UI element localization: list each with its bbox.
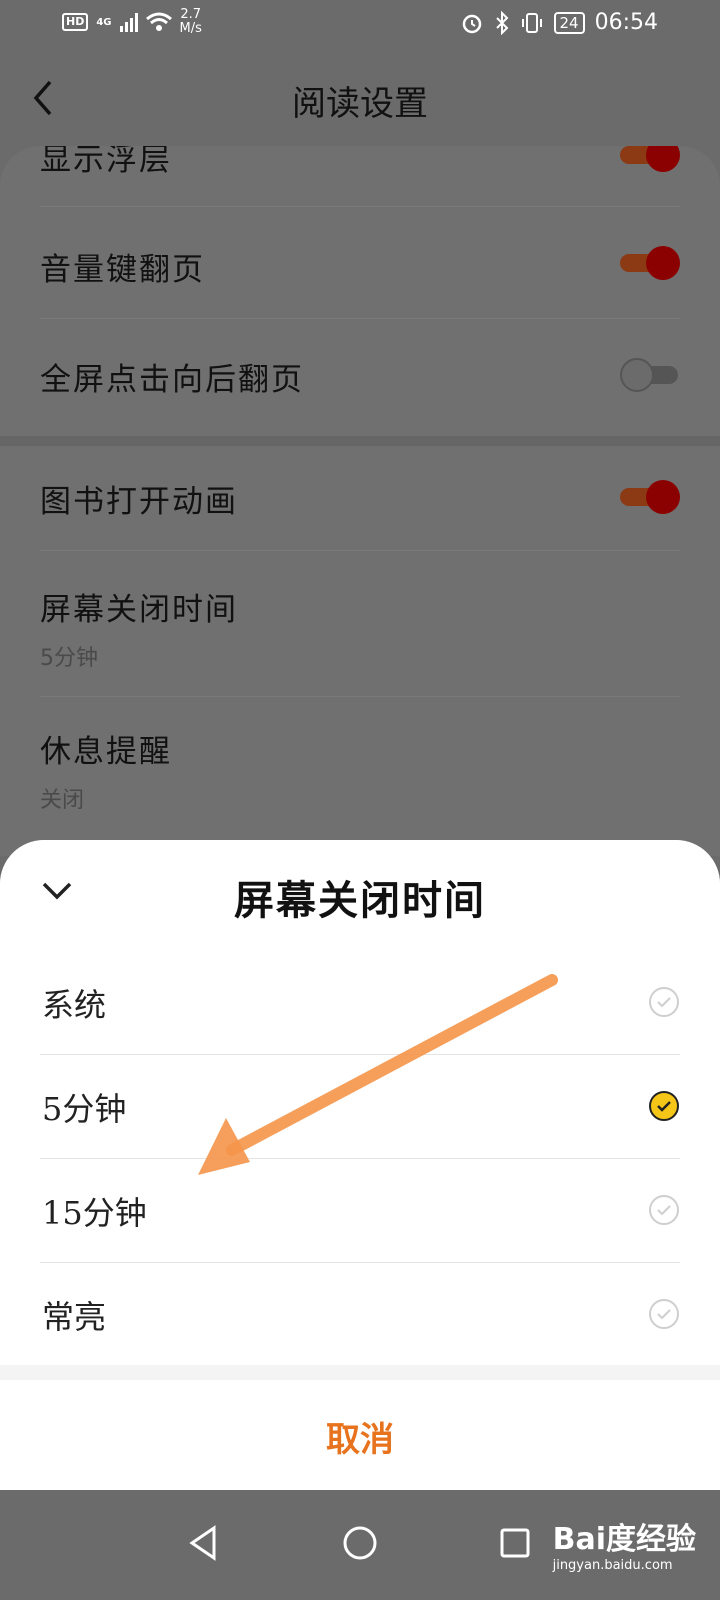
check-circle-icon bbox=[649, 987, 679, 1017]
sheet-title: 屏幕关闭时间 bbox=[234, 877, 486, 924]
cancel-area: 取消 bbox=[0, 1380, 720, 1490]
system-nav-bar: Bai度经验 jingyan.baidu.com bbox=[0, 1490, 720, 1600]
setting-label: 音量键翻页 bbox=[40, 252, 205, 288]
nav-recent-icon[interactable] bbox=[490, 1518, 540, 1568]
setting-row-rest-reminder[interactable]: 休息提醒 关闭 bbox=[40, 696, 680, 842]
check-circle-icon bbox=[649, 1299, 679, 1329]
check-circle-icon bbox=[649, 1195, 679, 1225]
setting-row-open-animation[interactable]: 图书打开动画 bbox=[40, 446, 680, 551]
setting-row-fullscreen-tap[interactable]: 全屏点击向后翻页 bbox=[40, 318, 680, 428]
setting-row-overlay[interactable]: 显示浮层 bbox=[40, 146, 680, 207]
vibrate-icon bbox=[521, 12, 542, 33]
wifi-icon bbox=[145, 12, 172, 31]
network-speed: 2.7 M/s bbox=[179, 7, 202, 36]
setting-value: 5分钟 bbox=[40, 646, 98, 671]
option-5min[interactable]: 5分钟 bbox=[40, 1054, 680, 1159]
network-type: 4G bbox=[96, 16, 112, 28]
toggle-switch[interactable] bbox=[620, 358, 680, 392]
toggle-switch[interactable] bbox=[620, 480, 680, 514]
toggle-switch[interactable] bbox=[620, 146, 680, 172]
watermark-logo: Bai度经验 jingyan.baidu.com bbox=[552, 1522, 696, 1573]
option-label: 15分钟 bbox=[42, 1194, 147, 1232]
setting-row-screen-timeout[interactable]: 屏幕关闭时间 5分钟 bbox=[40, 550, 680, 697]
signal-icon bbox=[119, 12, 138, 32]
alarm-icon bbox=[462, 14, 481, 33]
clock: 06:54 bbox=[594, 10, 658, 35]
nav-back-icon[interactable] bbox=[180, 1518, 230, 1568]
option-label: 常亮 bbox=[42, 1298, 107, 1336]
nav-home-icon[interactable] bbox=[335, 1518, 385, 1568]
settings-group-2: 图书打开动画 屏幕关闭时间 5分钟 休息提醒 关闭 bbox=[0, 446, 720, 856]
hd-icon: HD bbox=[62, 13, 89, 31]
setting-row-volume-page[interactable]: 音量键翻页 bbox=[40, 208, 680, 319]
setting-label: 全屏点击向后翻页 bbox=[40, 362, 304, 398]
option-15min[interactable]: 15分钟 bbox=[40, 1158, 680, 1263]
battery-icon: 24 bbox=[553, 11, 585, 34]
option-label: 5分钟 bbox=[42, 1090, 127, 1128]
cancel-button[interactable]: 取消 bbox=[0, 1412, 720, 1461]
toggle-switch[interactable] bbox=[620, 246, 680, 280]
setting-label: 显示浮层 bbox=[40, 146, 172, 178]
settings-group-1: 显示浮层 音量键翻页 全屏点击向后翻页 bbox=[0, 146, 720, 436]
screen-timeout-sheet: 屏幕关闭时间 系统 5分钟 15分钟 常亮 取消 bbox=[0, 840, 720, 1490]
setting-label: 休息提醒 bbox=[40, 734, 172, 770]
setting-value: 关闭 bbox=[40, 788, 85, 813]
bluetooth-icon bbox=[495, 10, 508, 35]
setting-label: 屏幕关闭时间 bbox=[40, 592, 238, 628]
status-bar: HD 4G 2.7 M/s 24 06:54 bbox=[0, 0, 720, 50]
page-title: 阅读设置 bbox=[292, 84, 428, 124]
setting-label: 图书打开动画 bbox=[40, 484, 238, 520]
option-always-on[interactable]: 常亮 bbox=[40, 1262, 680, 1366]
app-header: 阅读设置 bbox=[0, 50, 720, 146]
check-circle-selected-icon bbox=[649, 1091, 679, 1121]
option-label: 系统 bbox=[42, 986, 107, 1024]
section-divider bbox=[0, 436, 720, 446]
sheet-content: 屏幕关闭时间 系统 5分钟 15分钟 常亮 bbox=[0, 840, 720, 1365]
option-system[interactable]: 系统 bbox=[40, 950, 680, 1055]
